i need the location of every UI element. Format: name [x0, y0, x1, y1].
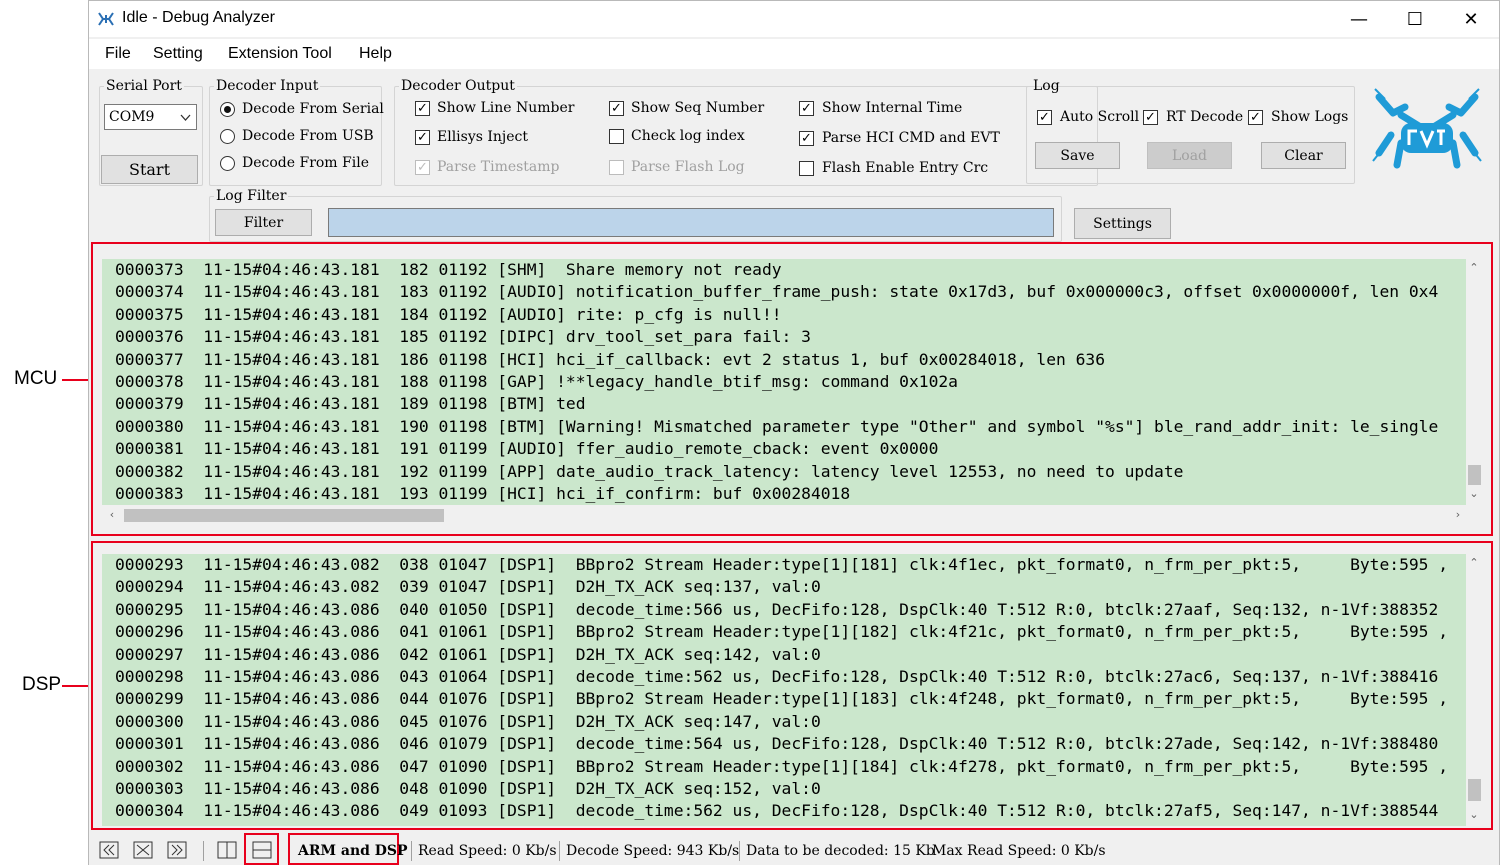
filter-button[interactable]: Filter: [215, 209, 312, 236]
menu-help[interactable]: Help: [359, 45, 392, 63]
radio-decode-from-file[interactable]: [220, 156, 235, 171]
mode-label: ARM and DSP: [298, 843, 408, 859]
collapse-left-icon[interactable]: [99, 841, 119, 859]
checkbox-ellisys-inject[interactable]: ✓: [415, 130, 430, 145]
ellisys-inject-label: Ellisys Inject: [437, 129, 529, 145]
menu-setting[interactable]: Setting: [153, 45, 203, 63]
checkbox-parse-hci[interactable]: ✓: [799, 131, 814, 146]
save-button[interactable]: Save: [1035, 142, 1120, 169]
status-separator: [739, 841, 740, 861]
title-bar: Idle - Debug Analyzer — ☐ ✕: [89, 1, 1499, 37]
rt-decode-label: RT Decode: [1166, 109, 1244, 125]
show-seq-number-label: Show Seq Number: [631, 100, 765, 116]
parse-hci-label: Parse HCI CMD and EVT: [822, 130, 1000, 146]
checkbox-flash-enable-entry-crc[interactable]: [799, 161, 814, 176]
status-separator: [203, 841, 204, 861]
check-log-index-label: Check log index: [631, 128, 745, 144]
app-logo-icon: [98, 12, 114, 26]
dsp-pane-highlight: [91, 541, 1493, 830]
checkbox-rt-decode[interactable]: ✓: [1143, 110, 1158, 125]
decode-from-serial-label: Decode From Serial: [242, 101, 384, 117]
max-read-speed-text: Max Read Speed: 0 Kb/s: [932, 843, 1106, 859]
auto-scroll-label: Auto Scroll: [1060, 109, 1140, 125]
decoder-output-legend: Decoder Output: [401, 78, 515, 94]
status-bar: ARM and DSP Read Speed: 0 Kb/s Decode Sp…: [89, 833, 1499, 865]
mcu-pane-highlight: [91, 242, 1493, 536]
split-horizontal-icon[interactable]: [252, 841, 272, 859]
menu-extension-tool[interactable]: Extension Tool: [228, 45, 332, 63]
decode-from-usb-label: Decode From USB: [242, 128, 374, 144]
mcu-annotation-label: MCU: [14, 368, 58, 389]
flash-enable-entry-crc-label: Flash Enable Entry Crc: [822, 160, 989, 176]
dsp-annotation-label: DSP: [22, 674, 62, 695]
serial-port-legend: Serial Port: [106, 78, 182, 94]
checkbox-auto-scroll[interactable]: ✓: [1037, 110, 1052, 125]
chevron-down-icon: [180, 114, 191, 121]
radio-decode-from-usb[interactable]: [220, 129, 235, 144]
parse-flash-log-label: Parse Flash Log: [631, 159, 745, 175]
radio-decode-from-serial[interactable]: [220, 102, 235, 117]
settings-button[interactable]: Settings: [1074, 208, 1171, 239]
read-speed-text: Read Speed: 0 Kb/s: [418, 843, 557, 859]
load-button[interactable]: Load: [1147, 142, 1232, 169]
serial-port-value: COM9: [109, 109, 155, 125]
menu-file[interactable]: File: [105, 45, 131, 63]
start-button[interactable]: Start: [101, 155, 198, 184]
show-internal-time-label: Show Internal Time: [822, 100, 963, 116]
minimize-button[interactable]: —: [1331, 1, 1387, 37]
data-to-decode-text: Data to be decoded: 15 Kb: [746, 843, 935, 859]
checkbox-show-line-number[interactable]: ✓: [415, 101, 430, 116]
decoder-input-legend: Decoder Input: [216, 78, 319, 94]
show-logs-label: Show Logs: [1271, 109, 1349, 125]
checkbox-show-logs[interactable]: ✓: [1248, 110, 1263, 125]
filter-input[interactable]: [328, 208, 1054, 237]
checkbox-show-seq-number[interactable]: ✓: [609, 101, 624, 116]
decode-speed-text: Decode Speed: 943 Kb/s: [566, 843, 740, 859]
status-separator: [559, 841, 560, 861]
realtek-crab-logo-icon: [1372, 88, 1482, 169]
show-line-number-label: Show Line Number: [437, 100, 575, 116]
checkbox-parse-flash-log[interactable]: [609, 160, 624, 175]
split-vertical-icon[interactable]: [217, 841, 237, 859]
checkbox-parse-timestamp[interactable]: ✓: [415, 160, 430, 175]
checkbox-show-internal-time[interactable]: ✓: [799, 101, 814, 116]
parse-timestamp-label: Parse Timestamp: [437, 159, 560, 175]
collapse-right-icon[interactable]: [167, 841, 187, 859]
log-filter-legend: Log Filter: [216, 188, 287, 204]
maximize-button[interactable]: ☐: [1387, 1, 1443, 37]
checkbox-check-log-index[interactable]: [609, 129, 624, 144]
collapse-both-icon[interactable]: [133, 841, 153, 859]
decode-from-file-label: Decode From File: [242, 155, 369, 171]
status-separator: [411, 841, 412, 861]
menu-bar: File Setting Extension Tool Help: [89, 39, 1499, 69]
serial-port-select[interactable]: COM9: [104, 104, 197, 130]
window-title: Idle - Debug Analyzer: [122, 9, 275, 26]
close-button[interactable]: ✕: [1443, 1, 1499, 37]
log-legend: Log: [1033, 78, 1060, 94]
clear-button[interactable]: Clear: [1261, 142, 1346, 169]
